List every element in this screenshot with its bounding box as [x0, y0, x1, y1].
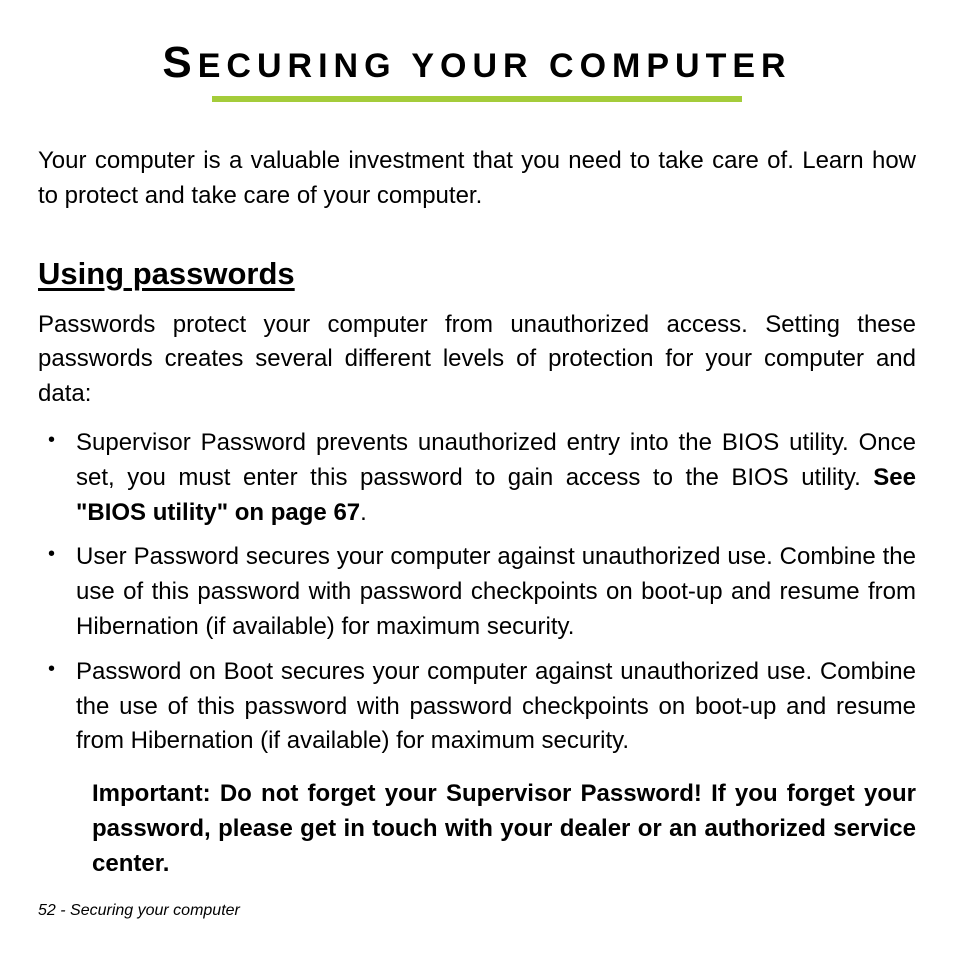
section-intro: Passwords protect your computer from una… — [38, 308, 916, 412]
bullet-text: Password on Boot secures your computer a… — [76, 658, 916, 755]
section-heading-using-passwords: Using passwords — [38, 256, 916, 292]
important-note: Important: Do not forget your Supervisor… — [92, 777, 916, 881]
list-item: Password on Boot secures your computer a… — [38, 655, 916, 759]
bullet-text: Supervisor Password prevents unauthorize… — [76, 429, 916, 491]
bullet-text-after: . — [360, 499, 367, 526]
title-underline — [212, 96, 742, 102]
page-title-cap: S — [162, 38, 197, 87]
page-title-rest: ECURING YOUR COMPUTER — [198, 47, 792, 85]
page-title: SECURING YOUR COMPUTER — [38, 38, 916, 88]
password-bullet-list: Supervisor Password prevents unauthorize… — [38, 426, 916, 759]
page-footer: 52 - Securing your computer — [38, 902, 240, 920]
bullet-text: User Password secures your computer agai… — [76, 543, 916, 640]
intro-paragraph: Your computer is a valuable investment t… — [38, 144, 916, 214]
list-item: Supervisor Password prevents unauthorize… — [38, 426, 916, 530]
list-item: User Password secures your computer agai… — [38, 540, 916, 644]
